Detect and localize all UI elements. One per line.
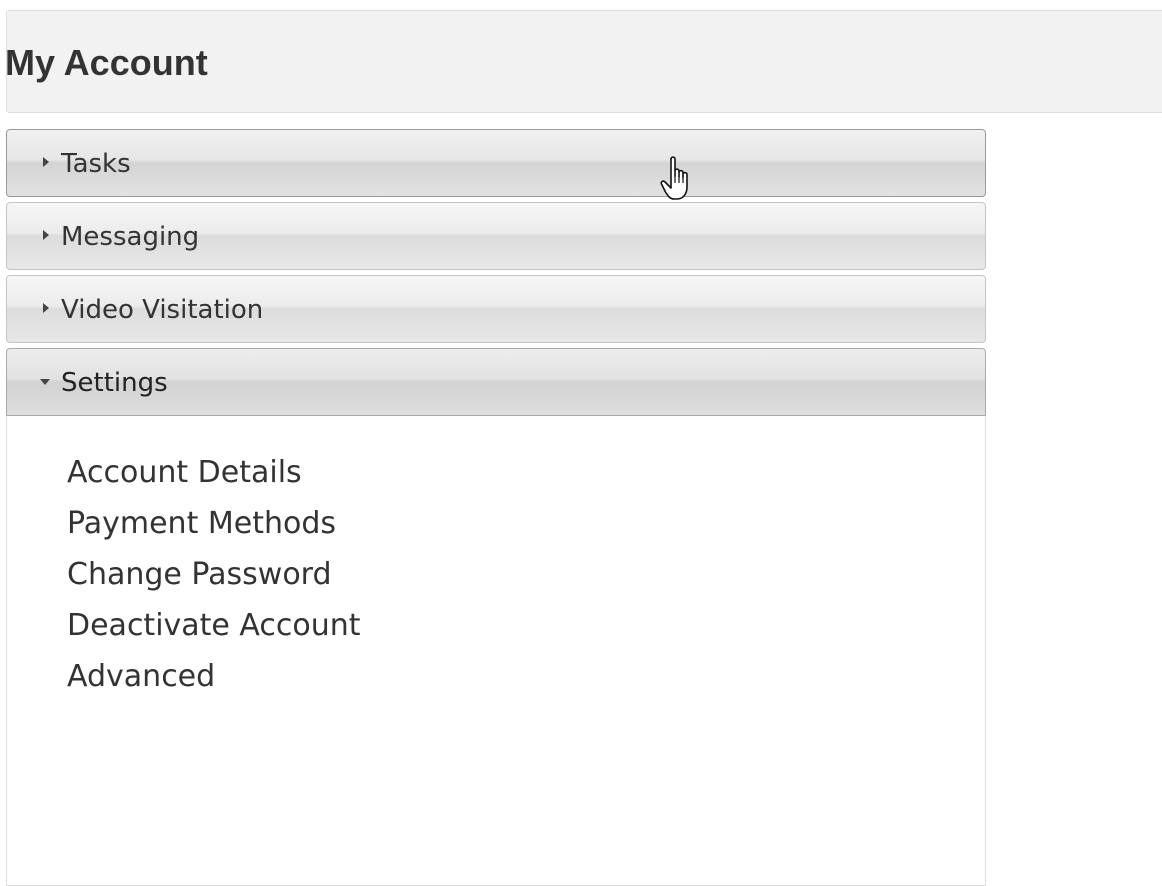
triangle-down-icon: [40, 379, 50, 385]
settings-list: Account Details Payment Methods Change P…: [67, 447, 361, 702]
accordion-label: Messaging: [61, 222, 200, 252]
accordion-header-settings[interactable]: Settings: [6, 348, 986, 416]
settings-item-advanced[interactable]: Advanced: [67, 651, 361, 702]
accordion: Tasks Messaging Video Visitation Setting…: [6, 129, 986, 886]
accordion-label: Settings: [61, 368, 168, 398]
triangle-right-icon: [43, 230, 49, 240]
triangle-right-icon: [43, 303, 49, 313]
accordion-header-tasks[interactable]: Tasks: [6, 129, 986, 197]
settings-item-deactivate-account[interactable]: Deactivate Account: [67, 600, 361, 651]
settings-item-account-details[interactable]: Account Details: [67, 447, 361, 498]
accordion-header-messaging[interactable]: Messaging: [6, 202, 986, 270]
settings-item-change-password[interactable]: Change Password: [67, 549, 361, 600]
triangle-right-icon: [43, 157, 49, 167]
accordion-label: Tasks: [61, 149, 131, 179]
page-title: My Account: [5, 42, 208, 83]
settings-item-payment-methods[interactable]: Payment Methods: [67, 498, 361, 549]
accordion-label: Video Visitation: [61, 295, 264, 325]
accordion-header-video-visitation[interactable]: Video Visitation: [6, 275, 986, 343]
settings-panel: Account Details Payment Methods Change P…: [6, 416, 986, 886]
